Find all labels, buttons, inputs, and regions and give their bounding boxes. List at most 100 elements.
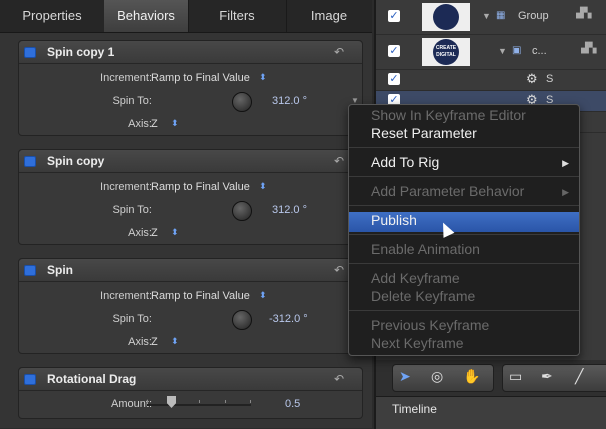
checkmark-icon[interactable]: ✓ xyxy=(388,10,400,22)
behavior-title: Spin copy xyxy=(47,154,105,168)
logo-badge: CREATE DIGITAL xyxy=(433,39,459,65)
popup-stepper-icon[interactable]: ⬍ xyxy=(171,336,179,347)
tab-properties[interactable]: Properties xyxy=(0,0,105,32)
enable-checkbox[interactable] xyxy=(24,265,36,276)
param-row-increment: Increment: Ramp to Final Value ⬍ xyxy=(19,285,362,308)
amount-slider-track[interactable] xyxy=(147,400,251,406)
menu-item-reset-parameter[interactable]: Reset Parameter xyxy=(371,125,477,141)
param-row-spin-to: Spin To: 312.0 ° xyxy=(19,199,362,222)
menu-separator xyxy=(349,147,579,148)
behavior-spin-copy: Spin copy ↶ Increment: Ramp to Final Val… xyxy=(18,149,363,245)
popup-stepper-icon[interactable]: ⬍ xyxy=(171,227,179,238)
clip-thumbnail: CREATE DIGITAL xyxy=(422,38,470,66)
layer-row-behavior[interactable]: ✓ ⚙ S xyxy=(376,70,606,91)
paint-brush-icon[interactable]: ╱ xyxy=(575,368,583,385)
group-thumbnail xyxy=(422,3,470,31)
timeline-label: Timeline xyxy=(392,402,437,416)
enable-checkbox[interactable] xyxy=(24,47,36,58)
inspector-tabs: Properties Behaviors Filters Image xyxy=(0,0,372,33)
increment-popup[interactable]: Ramp to Final Value xyxy=(151,181,250,193)
reset-arrow-icon[interactable]: ↶ xyxy=(334,45,344,59)
rectangle-icon[interactable]: ▭ xyxy=(509,368,522,385)
slider-tick xyxy=(199,400,200,403)
slider-tick xyxy=(225,400,226,403)
reset-arrow-icon[interactable]: ↶ xyxy=(334,263,344,277)
axis-popup[interactable]: Z xyxy=(151,118,158,130)
param-row-spin-to: Spin To: -312.0 ° xyxy=(19,308,362,331)
menu-separator xyxy=(349,205,579,206)
bezier-pen-icon[interactable]: ✒ xyxy=(541,368,553,385)
param-label: Increment: xyxy=(100,72,152,84)
menu-item-add-to-rig[interactable]: Add To Rig xyxy=(371,154,439,170)
orbit-icon[interactable]: ◎ xyxy=(431,368,443,385)
disclosure-triangle-icon[interactable]: ▼ xyxy=(498,46,507,56)
menu-item-add-keyframe[interactable]: Add Keyframe xyxy=(371,270,460,286)
layer-options-icon[interactable]: ▟▚ xyxy=(576,8,591,19)
layer-options-icon[interactable]: ▟▚ xyxy=(581,43,596,54)
axis-popup[interactable]: Z xyxy=(151,336,158,348)
rotation-dial[interactable] xyxy=(232,310,252,330)
menu-item-enable-animation[interactable]: Enable Animation xyxy=(371,241,480,257)
behavior-spin: Spin ↶ Increment: Ramp to Final Value ⬍ … xyxy=(18,258,363,354)
popup-stepper-icon[interactable]: ⬍ xyxy=(171,118,179,129)
menu-item-next-keyframe[interactable]: Next Keyframe xyxy=(371,335,464,351)
tab-image[interactable]: Image xyxy=(286,0,372,32)
layer-name: c... xyxy=(532,45,547,57)
axis-popup[interactable]: Z xyxy=(151,227,158,239)
param-row-axis: Axis: Z ⬍ xyxy=(19,222,362,245)
checkmark-icon[interactable]: ✓ xyxy=(388,73,400,85)
enable-checkbox[interactable] xyxy=(24,156,36,167)
menu-item-publish[interactable]: Publish xyxy=(371,212,417,228)
amount-slider-thumb[interactable] xyxy=(167,396,176,408)
spin-to-value[interactable]: 312.0 ° xyxy=(272,95,307,107)
layer-row-group[interactable]: ✓ ▼ ▦ Group ▟▚ xyxy=(376,0,606,35)
tab-filters[interactable]: Filters xyxy=(188,0,287,32)
param-label: Spin To: xyxy=(112,95,152,107)
behavior-letter: S xyxy=(546,73,554,85)
tool-group-shapes: ▭ ✒ ╱ xyxy=(502,364,606,392)
param-row-axis: Axis: Z ⬍ xyxy=(19,113,362,136)
spin-to-value[interactable]: -312.0 ° xyxy=(269,313,308,325)
popup-stepper-icon[interactable]: ⬍ xyxy=(259,290,267,301)
behavior-header: Spin copy ↶ xyxy=(19,150,362,173)
popup-stepper-icon[interactable]: ⬍ xyxy=(259,181,267,192)
gear-icon: ⚙ xyxy=(526,71,538,86)
canvas-toolbar: ➤ ◎ ✋ ▭ ✒ ╱ xyxy=(374,360,606,396)
param-label: Spin To: xyxy=(112,204,152,216)
group-icon: ▦ xyxy=(496,10,506,21)
param-label: Increment: xyxy=(100,181,152,193)
hand-icon[interactable]: ✋ xyxy=(463,368,480,385)
param-row-spin-to: Spin To: 312.0 ° ▼ xyxy=(19,90,362,113)
layer-row-clip[interactable]: ✓ CREATE DIGITAL ▼ ▣ c... ▟▚ xyxy=(376,35,606,70)
checkmark-icon[interactable]: ✓ xyxy=(388,45,400,57)
submenu-arrow-icon: ▶ xyxy=(562,158,569,168)
param-label: Axis: xyxy=(128,227,152,239)
rotation-dial[interactable] xyxy=(232,201,252,221)
behavior-header: Rotational Drag ↶ xyxy=(19,368,362,391)
menu-item-delete-keyframe[interactable]: Delete Keyframe xyxy=(371,288,475,304)
param-label: Axis: xyxy=(128,118,152,130)
layer-name: Group xyxy=(518,10,549,22)
spin-to-value[interactable]: 312.0 ° xyxy=(272,204,307,216)
disclosure-triangle-icon[interactable]: ▼ xyxy=(482,11,491,21)
param-label: Amount: xyxy=(111,398,152,410)
menu-item-add-parameter-behavior[interactable]: Add Parameter Behavior xyxy=(371,183,524,199)
tab-behaviors[interactable]: Behaviors xyxy=(104,0,189,32)
amount-value[interactable]: 0.5 xyxy=(285,398,300,410)
behavior-title: Spin xyxy=(47,263,73,277)
increment-popup[interactable]: Ramp to Final Value xyxy=(151,72,250,84)
reset-arrow-icon[interactable]: ↶ xyxy=(334,154,344,168)
rotation-dial[interactable] xyxy=(232,92,252,112)
behavior-title: Rotational Drag xyxy=(47,372,137,386)
parameter-context-menu: Show In Keyframe Editor Reset Parameter … xyxy=(348,104,580,356)
menu-item-previous-keyframe[interactable]: Previous Keyframe xyxy=(371,317,489,333)
popup-stepper-icon[interactable]: ⬍ xyxy=(259,72,267,83)
menu-item-show-in-keyframe-editor[interactable]: Show In Keyframe Editor xyxy=(371,107,526,123)
image-icon: ▣ xyxy=(512,45,522,56)
increment-popup[interactable]: Ramp to Final Value xyxy=(151,290,250,302)
param-label: Axis: xyxy=(128,336,152,348)
select-arrow-icon[interactable]: ➤ xyxy=(399,368,411,385)
timeline-bar[interactable]: Timeline xyxy=(374,396,606,429)
enable-checkbox[interactable] xyxy=(24,374,36,385)
reset-arrow-icon[interactable]: ↶ xyxy=(334,372,344,386)
